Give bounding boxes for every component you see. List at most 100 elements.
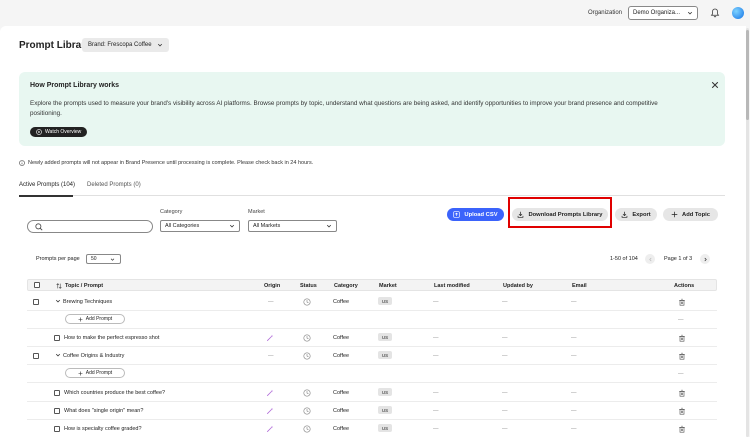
add-prompt-label: Add Prompt	[85, 370, 113, 376]
header-last-modified: Last modified	[434, 283, 470, 289]
clock-icon	[303, 334, 311, 342]
topic-name: Coffee Origins & Industry	[63, 353, 125, 359]
market-badge: US	[378, 333, 392, 341]
header-origin: Origin	[264, 283, 281, 289]
market-badge: US	[378, 297, 392, 305]
chevron-down-icon[interactable]	[55, 298, 61, 304]
magic-wand-icon	[266, 389, 274, 397]
chevron-left-icon	[648, 257, 651, 261]
add-topic-label: Add Topic	[682, 211, 710, 218]
prompts-per-page-select[interactable]: 50	[86, 254, 121, 264]
trash-icon[interactable]	[678, 425, 686, 433]
trash-icon[interactable]	[678, 334, 686, 342]
last-modified-value: —	[433, 353, 439, 359]
tab-deleted-prompts[interactable]: Deleted Prompts (0)	[87, 182, 141, 188]
next-page-button[interactable]	[700, 254, 710, 264]
chevron-down-icon	[325, 221, 332, 231]
organization-label: Organization	[587, 10, 622, 16]
chevron-down-icon	[109, 254, 116, 264]
topic-row[interactable]: Coffee Origins & Industry — Coffee US — …	[27, 347, 717, 365]
download-icon	[622, 211, 628, 218]
prompts-per-page-value: 50	[91, 256, 97, 262]
updated-by-value: —	[502, 299, 508, 305]
prompt-row[interactable]: How to make the perfect espresso shot Co…	[27, 329, 717, 347]
header-topic[interactable]: Topic / Prompt	[65, 283, 103, 289]
select-all-checkbox[interactable]	[34, 282, 40, 288]
chevron-down-icon	[157, 43, 162, 47]
last-modified-value: —	[433, 335, 439, 341]
row-checkbox[interactable]	[54, 408, 60, 414]
row-checkbox[interactable]	[54, 390, 60, 396]
clock-icon	[303, 389, 311, 397]
brand-selector[interactable]: Brand: Frescopa Coffee	[82, 38, 169, 52]
organization-select[interactable]: Demo Organiza...	[628, 6, 698, 20]
search-input[interactable]	[27, 220, 153, 233]
processing-notice-text: Newly added prompts will not appear in B…	[28, 160, 314, 166]
prompt-row[interactable]: How is specialty coffee graded? Coffee U…	[27, 420, 717, 437]
trash-icon[interactable]	[678, 298, 686, 306]
chevron-down-icon[interactable]	[55, 352, 61, 358]
bell-icon[interactable]	[710, 8, 720, 18]
add-prompt-button[interactable]: Add Prompt	[65, 314, 125, 324]
category-value: All Categories	[165, 223, 200, 229]
avatar[interactable]	[732, 7, 744, 19]
trash-icon[interactable]	[678, 407, 686, 415]
tab-active-prompts[interactable]: Active Prompts (104)	[19, 182, 75, 188]
info-icon	[19, 160, 25, 166]
category-value: Coffee	[333, 299, 350, 305]
add-prompt-button[interactable]: Add Prompt	[65, 368, 125, 378]
prompt-row[interactable]: Which countries produce the best coffee?…	[27, 384, 717, 402]
prompt-tabs: Active Prompts (104) Deleted Prompts (0)	[19, 182, 725, 197]
scrollbar-thumb[interactable]	[746, 30, 749, 120]
trash-icon[interactable]	[678, 352, 686, 360]
plus-icon	[78, 317, 83, 321]
prompt-text: Which countries produce the best coffee?	[64, 390, 166, 396]
email-value: —	[571, 390, 577, 396]
organization-value: Demo Organiza...	[633, 10, 681, 16]
row-checkbox[interactable]	[54, 335, 60, 341]
topic-row[interactable]: Brewing Techniques — Coffee US — — —	[27, 293, 717, 311]
page-title: Prompt Library	[19, 40, 91, 51]
row-checkbox[interactable]	[33, 353, 39, 359]
market-select[interactable]: All Markets	[248, 220, 337, 232]
processing-notice: Newly added prompts will not appear in B…	[19, 160, 313, 166]
add-topic-button[interactable]: Add Topic	[663, 208, 718, 221]
category-value: Coffee	[333, 353, 350, 359]
header-actions: Actions	[674, 283, 695, 289]
prompt-row[interactable]: What does "single origin" mean? Coffee U…	[27, 402, 717, 420]
row-checkbox[interactable]	[54, 426, 60, 432]
export-label: Export	[632, 211, 651, 218]
active-tab-indicator	[19, 195, 73, 197]
export-button[interactable]: Export	[615, 208, 657, 221]
search-icon	[35, 223, 43, 231]
add-prompt-row: Add Prompt —	[27, 311, 717, 329]
email-value: —	[571, 299, 577, 305]
updated-by-value: —	[502, 426, 508, 432]
trash-icon[interactable]	[678, 389, 686, 397]
email-value: —	[571, 335, 577, 341]
origin-value: —	[268, 299, 274, 305]
market-badge: US	[378, 388, 392, 396]
close-icon[interactable]	[710, 80, 719, 89]
actions-value: —	[678, 371, 684, 377]
pagination-page: Page 1 of 3	[664, 256, 693, 262]
prompt-text: How is specialty coffee graded?	[64, 426, 142, 432]
category-label: Category	[160, 209, 183, 215]
sort-icon[interactable]	[56, 283, 62, 289]
clock-icon	[303, 298, 311, 306]
category-value: Coffee	[333, 390, 350, 396]
watch-overview-button[interactable]: Watch Overview	[30, 127, 88, 137]
row-checkbox[interactable]	[33, 299, 39, 305]
category-value: Coffee	[333, 426, 350, 432]
origin-value: —	[268, 353, 274, 359]
previous-page-button[interactable]	[645, 254, 655, 264]
prompts-per-page: Prompts per page	[36, 256, 80, 262]
category-value: Coffee	[333, 408, 350, 414]
magic-wand-icon	[266, 425, 274, 433]
category-select[interactable]: All Categories	[160, 220, 240, 232]
upload-csv-button[interactable]: Upload CSV	[447, 208, 504, 221]
market-badge: US	[378, 424, 392, 432]
table-header: Topic / Prompt Origin Status Category Ma…	[27, 279, 717, 291]
updated-by-value: —	[502, 335, 508, 341]
plus-icon	[78, 371, 83, 375]
